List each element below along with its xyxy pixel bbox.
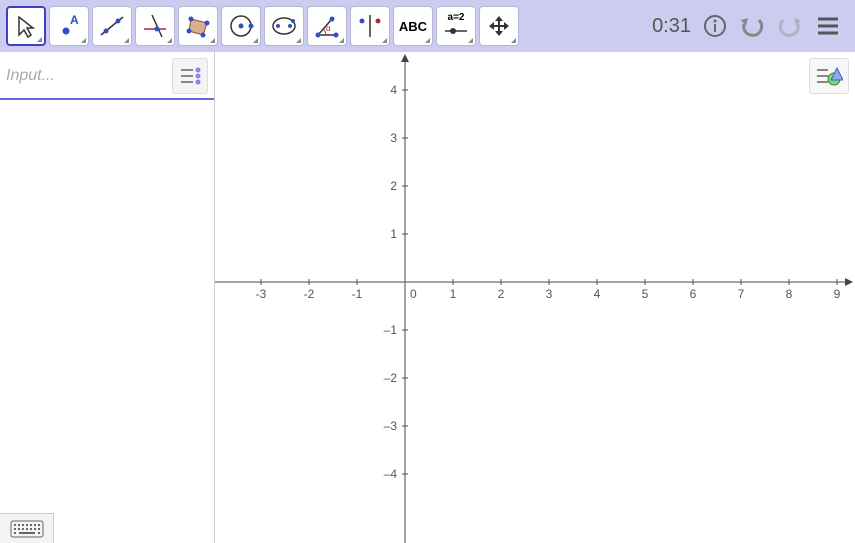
svg-text:8: 8 xyxy=(786,287,793,301)
svg-text:0: 0 xyxy=(410,287,417,301)
svg-text:–1: –1 xyxy=(384,323,398,337)
svg-text:9: 9 xyxy=(834,287,841,301)
svg-text:3: 3 xyxy=(546,287,553,301)
svg-text:-1: -1 xyxy=(352,287,363,301)
tool-pan[interactable] xyxy=(479,6,519,46)
svg-text:7: 7 xyxy=(738,287,745,301)
algebra-sidebar xyxy=(0,52,215,543)
tool-move[interactable] xyxy=(6,6,46,46)
main: -3 -2 -1 0 1 2 3 4 5 6 7 8 9 –4 –3 –2 –1 1 2 3 4 xyxy=(0,52,855,543)
svg-text:α: α xyxy=(326,24,331,33)
redo-icon[interactable] xyxy=(777,14,803,38)
svg-text:-3: -3 xyxy=(256,287,267,301)
svg-text:6: 6 xyxy=(690,287,697,301)
tool-slider[interactable]: a=2 xyxy=(436,6,476,46)
timer: 0:31 xyxy=(652,15,691,38)
coordinate-axes: -3 -2 -1 0 1 2 3 4 5 6 7 8 9 –4 –3 –2 –1 1 2 3 4 xyxy=(215,52,855,543)
tool-group: Aα ABCa=2 xyxy=(6,6,519,46)
svg-text:1: 1 xyxy=(450,287,457,301)
tool-reflect[interactable] xyxy=(350,6,390,46)
svg-text:2: 2 xyxy=(390,179,397,193)
svg-text:5: 5 xyxy=(642,287,649,301)
keyboard-icon[interactable] xyxy=(0,513,54,543)
tool-ellipse[interactable] xyxy=(264,6,304,46)
svg-text:4: 4 xyxy=(390,83,397,97)
svg-text:–3: –3 xyxy=(384,419,398,433)
toolbar-right: 0:31 xyxy=(652,14,849,38)
svg-text:3: 3 xyxy=(390,131,397,145)
graphics-view[interactable]: -3 -2 -1 0 1 2 3 4 5 6 7 8 9 –4 –3 –2 –1 1 2 3 4 xyxy=(215,52,855,543)
info-icon[interactable] xyxy=(703,14,727,38)
tool-circle[interactable] xyxy=(221,6,261,46)
tool-angle[interactable]: α xyxy=(307,6,347,46)
svg-text:A: A xyxy=(70,13,79,27)
graphics-style-icon[interactable] xyxy=(809,58,849,94)
svg-text:2: 2 xyxy=(498,287,505,301)
svg-text:–2: –2 xyxy=(384,371,398,385)
tool-line[interactable] xyxy=(92,6,132,46)
svg-text:-2: -2 xyxy=(304,287,315,301)
tool-text[interactable]: ABC xyxy=(393,6,433,46)
menu-icon[interactable] xyxy=(815,14,841,38)
tool-polygon[interactable] xyxy=(178,6,218,46)
tool-perpendicular[interactable] xyxy=(135,6,175,46)
svg-text:–4: –4 xyxy=(384,467,398,481)
svg-text:4: 4 xyxy=(594,287,601,301)
sidebar-style-icon[interactable] xyxy=(172,58,208,94)
svg-text:1: 1 xyxy=(390,227,397,241)
undo-icon[interactable] xyxy=(739,14,765,38)
toolbar: Aα ABCa=2 0:31 xyxy=(0,0,855,52)
tool-point[interactable]: A xyxy=(49,6,89,46)
